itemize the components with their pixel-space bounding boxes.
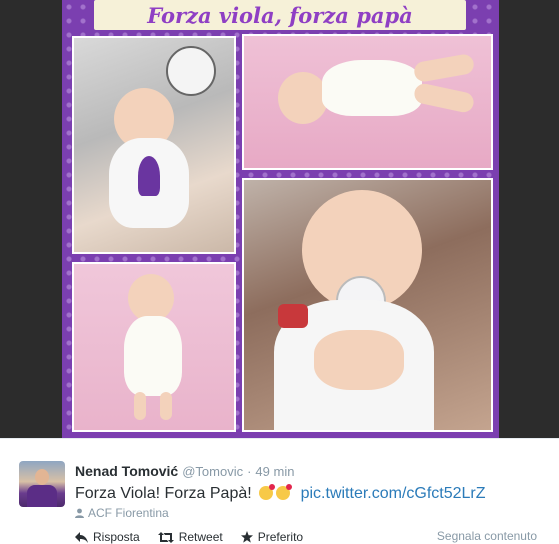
photo-collage[interactable]: Forza viola, forza papà	[62, 0, 499, 438]
tweet-message: Forza Viola! Forza Papà!	[75, 485, 252, 502]
collage-title: Forza viola, forza papà	[147, 2, 413, 28]
report-content-link[interactable]: Segnala contenuto	[437, 529, 537, 543]
retweet-button[interactable]: Retweet	[157, 530, 223, 544]
location-label[interactable]: ACF Fiorentina	[88, 506, 169, 520]
favorite-button[interactable]: Preferito	[240, 530, 304, 544]
tweet-media-link[interactable]: pic.twitter.com/cGfct52LrZ	[301, 485, 486, 502]
star-icon	[240, 531, 253, 543]
favorite-label: Preferito	[257, 530, 304, 544]
header-separator: ·	[247, 464, 252, 479]
photo-baby-with-pacifier	[242, 178, 493, 432]
retweet-icon	[157, 531, 174, 543]
author-name[interactable]: Nenad Tomović	[75, 463, 178, 479]
reply-icon	[75, 531, 88, 543]
author-handle[interactable]: @Tomovic	[182, 464, 243, 479]
tweet-timestamp[interactable]: 49 min	[255, 464, 294, 479]
tweet-details: Nenad Tomović @Tomovic · 49 min Forza Viola…	[0, 438, 559, 544]
kiss-emoji-icon	[259, 484, 276, 500]
retweet-label: Retweet	[178, 530, 223, 544]
reply-label: Risposta	[93, 530, 140, 544]
tweet-actions: Risposta Retweet Preferito	[75, 530, 303, 544]
avatar[interactable]	[19, 461, 65, 507]
kiss-emoji-icon	[276, 484, 293, 500]
reply-button[interactable]: Risposta	[75, 530, 140, 544]
photo-baby-in-bouncer	[72, 36, 236, 254]
person-icon	[75, 508, 84, 518]
tweet-media[interactable]: Forza viola, forza papà	[0, 0, 559, 438]
tweet-location: ACF Fiorentina	[75, 506, 169, 520]
tweet-text: Forza Viola! Forza Papà! pic.twitter.com…	[75, 484, 486, 503]
photo-baby-in-white-dress	[72, 262, 236, 432]
tweet-header: Nenad Tomović @Tomovic · 49 min	[75, 463, 294, 479]
collage-title-banner: Forza viola, forza papà	[94, 0, 466, 30]
photo-baby-lying-on-blanket	[242, 34, 493, 170]
